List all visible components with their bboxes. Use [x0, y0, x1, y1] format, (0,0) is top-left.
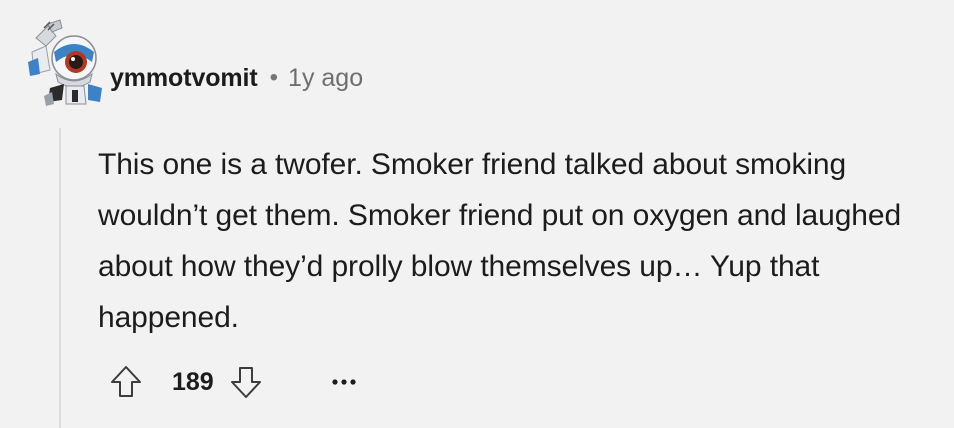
username[interactable]: ymmotvomit: [110, 64, 258, 93]
upvote-button[interactable]: [106, 362, 146, 402]
separator-dot: •: [269, 64, 279, 91]
ellipsis-icon: [332, 379, 356, 385]
arrow-down-icon: [230, 367, 261, 398]
comment-header: ymmotvomit • 1y ago: [110, 58, 363, 98]
comment-actions: 189: [106, 358, 364, 406]
robot-avatar-icon: [28, 19, 102, 106]
arrow-up-icon: [111, 366, 141, 397]
comment: ymmotvomit • 1y ago This one is a twofer…: [0, 0, 954, 428]
more-options-button[interactable]: [324, 362, 364, 402]
comment-body: This one is a twofer. Smoker friend talk…: [98, 148, 902, 334]
downvote-button[interactable]: [226, 362, 266, 402]
thread-line[interactable]: [59, 128, 61, 428]
vote-score: 189: [172, 367, 214, 396]
avatar[interactable]: [26, 18, 108, 108]
timestamp[interactable]: 1y ago: [288, 64, 363, 93]
